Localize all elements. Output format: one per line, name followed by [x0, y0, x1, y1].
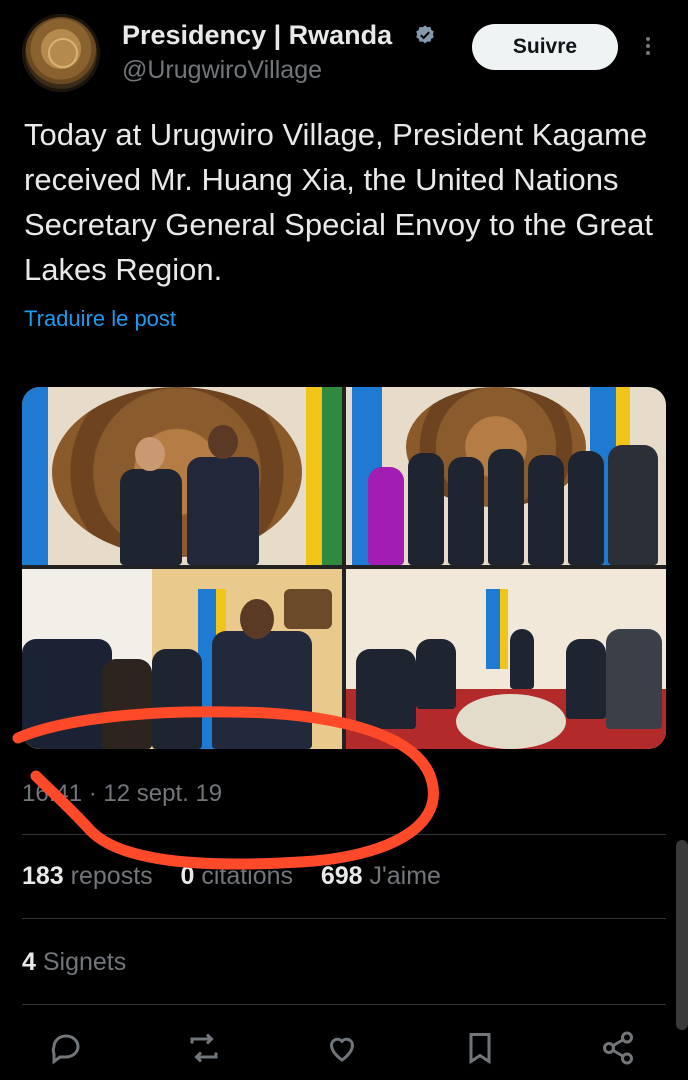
red-annotation-scribble [12, 706, 439, 870]
bookmark-icon [469, 1033, 491, 1065]
bookmarks-stat[interactable]: 4 Signets [22, 948, 126, 977]
post-text: Today at Urugwiro Village, President Kag… [24, 117, 653, 287]
repost-button[interactable] [186, 1030, 230, 1074]
bookmark-button[interactable] [462, 1030, 506, 1074]
more-vertical-icon[interactable] [638, 34, 658, 64]
photo-2[interactable] [346, 387, 666, 565]
photo-1[interactable] [22, 387, 342, 565]
heart-icon [329, 1037, 355, 1062]
divider [22, 1004, 666, 1005]
share-icon [603, 1031, 633, 1065]
bookmarks-label: Signets [42, 948, 127, 976]
share-button[interactable] [600, 1030, 644, 1074]
divider [22, 918, 666, 919]
like-button[interactable] [324, 1030, 368, 1074]
user-handle[interactable]: @UrugwiroVillage [122, 56, 322, 85]
reply-button[interactable] [48, 1030, 92, 1074]
reply-icon [51, 1034, 80, 1065]
scrollbar[interactable] [676, 840, 688, 1030]
repost-icon [190, 1033, 218, 1063]
display-name[interactable]: Presidency | Rwanda [122, 20, 392, 51]
follow-button[interactable]: Suivre [472, 24, 618, 70]
verified-badge-icon [416, 25, 434, 44]
profile-avatar[interactable] [22, 14, 100, 92]
translate-post-link[interactable]: Traduire le post [24, 306, 176, 332]
bookmarks-count: 4 [22, 948, 36, 976]
